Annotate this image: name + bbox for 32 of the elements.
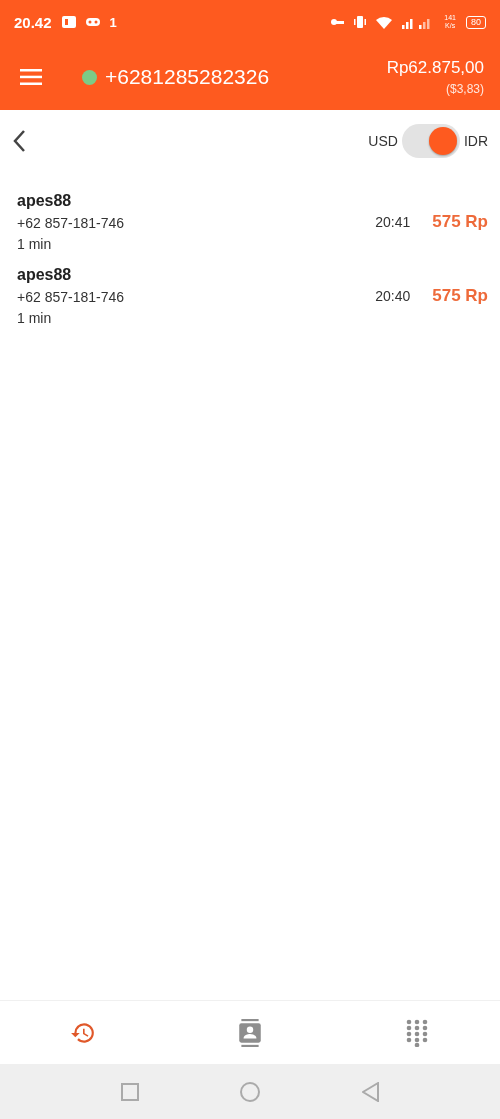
home-icon[interactable] (240, 1081, 261, 1102)
wifi-icon (376, 15, 393, 29)
call-cost: 575 Rp (432, 286, 488, 306)
key-icon (330, 18, 345, 26)
switch-thumb[interactable] (428, 127, 457, 155)
toggle-label: USD (368, 133, 398, 149)
notification-icon (61, 15, 76, 29)
menu-icon[interactable] (20, 69, 42, 85)
back-triangle-icon[interactable] (362, 1081, 380, 1102)
recents-icon[interactable] (120, 1082, 139, 1101)
dialpad-icon (404, 1018, 429, 1047)
battery-level: 80 (466, 15, 486, 29)
call-cost: 575 Rp (432, 212, 488, 232)
back-icon[interactable] (12, 129, 26, 153)
caller-name: apes88 (17, 192, 73, 210)
caller-name: apes88 (17, 266, 73, 284)
call-time: 20:40 (375, 288, 411, 304)
contact-card-icon (237, 1018, 263, 1047)
call-duration: 1 min (17, 236, 53, 252)
balance-amount: Rp62.875,00 (386, 58, 484, 78)
status-time: 20.42 (14, 13, 52, 31)
call-duration: 1 min (17, 310, 53, 326)
notification-count: 1 (109, 14, 117, 30)
account-phone-number: +6281285282326 (105, 65, 270, 89)
balance-usd: ($3,83) (445, 82, 484, 96)
caller-number: +62 857-181-746 (17, 215, 126, 231)
vibrate-icon (354, 15, 367, 29)
toggle-label: IDR (463, 133, 488, 149)
call-time: 20:41 (375, 214, 411, 230)
caller-number: +62 857-181-746 (17, 289, 126, 305)
gamepad-icon (85, 17, 100, 27)
currency-switch[interactable] (401, 124, 460, 158)
